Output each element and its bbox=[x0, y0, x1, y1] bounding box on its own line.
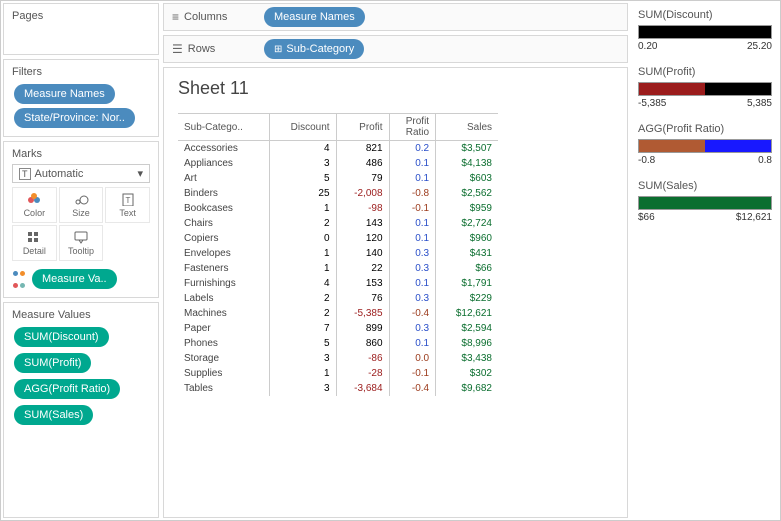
table-row[interactable]: Appliances34860.1$4,138 bbox=[178, 156, 498, 171]
table-row[interactable]: Bookcases1-98-0.1$959 bbox=[178, 201, 498, 216]
sheet-title[interactable]: Sheet 11 bbox=[178, 78, 613, 99]
rows-shelf[interactable]: ☰Rows ⊞Sub-Category bbox=[163, 35, 628, 63]
color-legend[interactable]: AGG(Profit Ratio)-0.80.8 bbox=[638, 123, 772, 166]
table-row[interactable]: Furnishings41530.1$1,791 bbox=[178, 276, 498, 291]
mark-size[interactable]: Size bbox=[59, 187, 104, 223]
pages-shelf[interactable]: Pages bbox=[3, 3, 159, 55]
table-row[interactable]: Tables3-3,684-0.4$9,682 bbox=[178, 381, 498, 396]
column-header[interactable]: ProfitRatio bbox=[389, 114, 436, 141]
text-mark-icon: T bbox=[19, 168, 31, 180]
filter-pill[interactable]: Measure Names bbox=[14, 84, 115, 104]
color-legend[interactable]: SUM(Profit)-5,3855,385 bbox=[638, 66, 772, 109]
color-legend[interactable]: SUM(Sales)$66$12,621 bbox=[638, 180, 772, 223]
measure-values-label: Measure Values bbox=[12, 309, 150, 321]
filters-label: Filters bbox=[12, 66, 150, 78]
marks-label: Marks bbox=[12, 148, 150, 160]
chevron-down-icon: ▾ bbox=[137, 167, 143, 180]
mark-color[interactable]: Color bbox=[12, 187, 57, 223]
color-legend-icon bbox=[12, 267, 28, 291]
rows-icon: ☰ bbox=[172, 42, 183, 56]
measure-value-pill[interactable]: SUM(Discount) bbox=[14, 327, 109, 347]
marks-card: Marks TAutomatic ▾ ColorSizeTTextDetailT… bbox=[3, 141, 159, 298]
column-header[interactable]: Profit bbox=[336, 114, 389, 141]
data-table: Sub-Catego..DiscountProfitProfitRatioSal… bbox=[178, 113, 498, 396]
column-header[interactable]: Sub-Catego.. bbox=[178, 114, 270, 141]
table-row[interactable]: Envelopes11400.3$431 bbox=[178, 246, 498, 261]
table-row[interactable]: Storage3-860.0$3,438 bbox=[178, 351, 498, 366]
table-row[interactable]: Binders25-2,008-0.8$2,562 bbox=[178, 186, 498, 201]
mark-tooltip[interactable]: Tooltip bbox=[59, 225, 104, 261]
mark-type-dropdown[interactable]: TAutomatic ▾ bbox=[12, 164, 150, 183]
table-row[interactable]: Fasteners1220.3$66 bbox=[178, 261, 498, 276]
measure-value-pill[interactable]: SUM(Sales) bbox=[14, 405, 93, 425]
table-row[interactable]: Supplies1-28-0.1$302 bbox=[178, 366, 498, 381]
columns-shelf[interactable]: ≡Columns Measure Names bbox=[163, 3, 628, 31]
table-row[interactable]: Accessories48210.2$3,507 bbox=[178, 141, 498, 157]
measure-value-pill[interactable]: SUM(Profit) bbox=[14, 353, 91, 373]
mark-detail[interactable]: Detail bbox=[12, 225, 57, 261]
table-row[interactable]: Paper78990.3$2,594 bbox=[178, 321, 498, 336]
table-row[interactable]: Machines2-5,385-0.4$12,621 bbox=[178, 306, 498, 321]
table-row[interactable]: Copiers01200.1$960 bbox=[178, 231, 498, 246]
measure-values-pill-on-color[interactable]: Measure Va.. bbox=[32, 269, 117, 289]
plus-icon: ⊞ bbox=[274, 44, 282, 55]
mark-text[interactable]: TText bbox=[105, 187, 150, 223]
columns-pill-measure-names[interactable]: Measure Names bbox=[264, 7, 365, 27]
table-row[interactable]: Art5790.1$603 bbox=[178, 171, 498, 186]
rows-pill-sub-category[interactable]: ⊞Sub-Category bbox=[264, 39, 364, 59]
table-row[interactable]: Chairs21430.1$2,724 bbox=[178, 216, 498, 231]
filter-pill[interactable]: State/Province: Nor.. bbox=[14, 108, 135, 128]
columns-icon: ≡ bbox=[172, 10, 179, 24]
worksheet-view: Sheet 11 Sub-Catego..DiscountProfitProfi… bbox=[163, 67, 628, 518]
measure-values-shelf[interactable]: Measure Values SUM(Discount) SUM(Profit) A… bbox=[3, 302, 159, 518]
column-header[interactable]: Discount bbox=[270, 114, 337, 141]
table-row[interactable]: Phones58600.1$8,996 bbox=[178, 336, 498, 351]
table-row[interactable]: Labels2760.3$229 bbox=[178, 291, 498, 306]
svg-text:T: T bbox=[125, 196, 130, 205]
filters-shelf[interactable]: Filters Measure Names State/Province: No… bbox=[3, 59, 159, 137]
color-legend[interactable]: SUM(Discount)0.2025.20 bbox=[638, 9, 772, 52]
column-header[interactable]: Sales bbox=[436, 114, 498, 141]
pages-label: Pages bbox=[12, 10, 150, 22]
measure-value-pill[interactable]: AGG(Profit Ratio) bbox=[14, 379, 120, 399]
